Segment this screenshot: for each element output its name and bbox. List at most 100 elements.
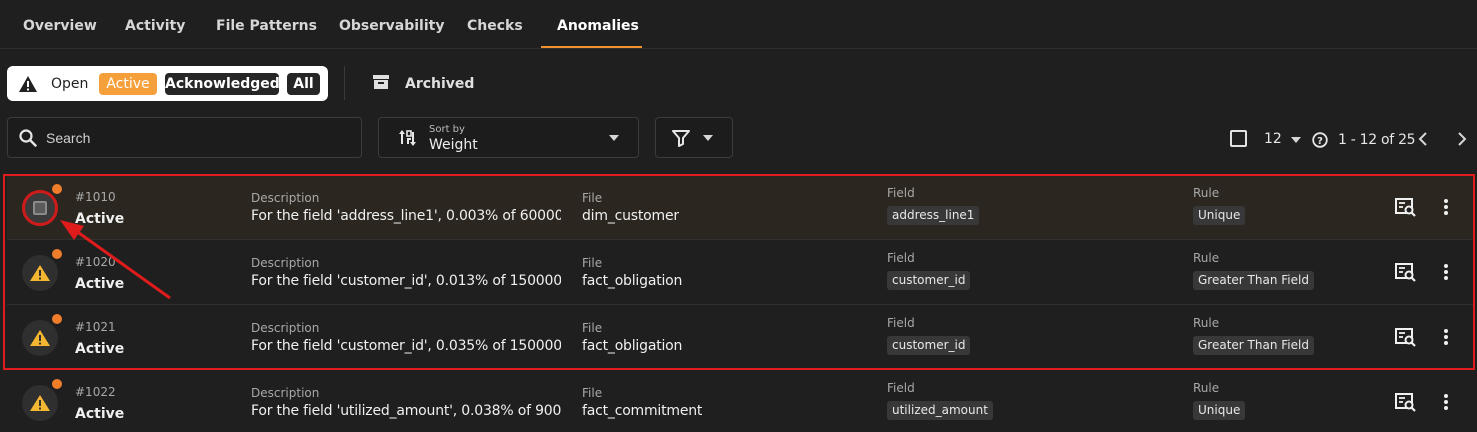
rule-label: Rule bbox=[1193, 316, 1220, 330]
rule-chip: Greater Than Field bbox=[1193, 271, 1314, 290]
anomaly-id: #1022 bbox=[75, 385, 116, 399]
file-value: fact_obligation bbox=[582, 338, 683, 354]
inspect-icon[interactable] bbox=[1395, 263, 1417, 287]
status-filter-group: Open Active Acknowledged All bbox=[7, 66, 328, 101]
divider bbox=[344, 66, 345, 100]
anomaly-avatar[interactable] bbox=[22, 320, 58, 356]
table-row[interactable]: #1022 Active Description For the field '… bbox=[7, 371, 1474, 432]
acknowledged-filter-button[interactable]: Acknowledged bbox=[165, 73, 280, 95]
page-size-select[interactable]: 12 bbox=[1264, 131, 1282, 147]
search-input[interactable] bbox=[46, 127, 346, 149]
filter-icon bbox=[672, 129, 690, 151]
notification-dot bbox=[52, 379, 62, 389]
file-label: File bbox=[582, 321, 603, 335]
file-label: File bbox=[582, 191, 603, 205]
chevron-down-icon[interactable] bbox=[1291, 137, 1301, 143]
notification-dot bbox=[52, 249, 62, 259]
help-icon[interactable]: ? bbox=[1312, 132, 1328, 152]
rule-chip: Unique bbox=[1193, 206, 1246, 225]
sort-value: Weight bbox=[429, 137, 478, 153]
search-icon bbox=[19, 129, 37, 151]
tab-activity[interactable]: Activity bbox=[125, 18, 185, 34]
description-value: For the field 'address_line1', 0.003% of… bbox=[251, 208, 561, 224]
rule-chip: Unique bbox=[1193, 401, 1246, 420]
chevron-down-icon bbox=[703, 135, 713, 141]
field-chip: address_line1 bbox=[887, 206, 980, 225]
description-value: For the field 'utilized_amount', 0.038% … bbox=[251, 403, 561, 419]
tab-checks[interactable]: Checks bbox=[467, 18, 523, 34]
search-box bbox=[7, 117, 362, 158]
file-label: File bbox=[582, 386, 603, 400]
more-icon[interactable] bbox=[1443, 328, 1449, 350]
warning-icon bbox=[29, 394, 51, 416]
description-value: For the field 'customer_id', 0.035% of 1… bbox=[251, 338, 561, 354]
rule-label: Rule bbox=[1193, 381, 1220, 395]
row-select-checkbox[interactable] bbox=[22, 190, 58, 226]
anomaly-id: #1021 bbox=[75, 320, 116, 334]
tab-bar: Overview Activity File Patterns Observab… bbox=[0, 0, 1477, 49]
checkbox-icon bbox=[33, 201, 47, 215]
field-chip: customer_id bbox=[887, 336, 971, 355]
anomaly-status: Active bbox=[75, 406, 125, 422]
chevron-left-icon[interactable] bbox=[1417, 130, 1429, 152]
description-value: For the field 'customer_id', 0.013% of 1… bbox=[251, 273, 561, 289]
table-row[interactable]: #1020 Active Description For the field '… bbox=[7, 241, 1474, 305]
chevron-down-icon bbox=[609, 135, 619, 141]
svg-text:?: ? bbox=[1317, 136, 1323, 147]
rule-label: Rule bbox=[1193, 186, 1220, 200]
sort-icon bbox=[398, 128, 418, 152]
warning-icon bbox=[18, 75, 38, 97]
active-filter-button[interactable]: Active bbox=[99, 73, 157, 95]
file-label: File bbox=[582, 256, 603, 270]
file-value: fact_obligation bbox=[582, 273, 683, 289]
anomaly-id: #1020 bbox=[75, 255, 116, 269]
inspect-icon[interactable] bbox=[1395, 393, 1417, 417]
all-filter-button[interactable]: All bbox=[287, 73, 320, 95]
notification-dot bbox=[52, 314, 62, 324]
tab-observability[interactable]: Observability bbox=[339, 18, 444, 34]
more-icon[interactable] bbox=[1443, 198, 1449, 220]
table-row[interactable]: #1021 Active Description For the field '… bbox=[7, 306, 1474, 370]
rule-chip: Greater Than Field bbox=[1193, 336, 1314, 355]
rule-label: Rule bbox=[1193, 251, 1220, 265]
pagination-range: 1 - 12 of 25 bbox=[1338, 132, 1416, 148]
chevron-right-icon[interactable] bbox=[1456, 130, 1468, 152]
tab-overview[interactable]: Overview bbox=[23, 18, 97, 34]
warning-icon bbox=[29, 264, 51, 286]
field-chip: utilized_amount bbox=[887, 401, 993, 420]
anomaly-status: Active bbox=[75, 341, 125, 357]
sort-by-label: Sort by bbox=[429, 124, 465, 135]
description-label: Description bbox=[251, 321, 320, 335]
anomaly-avatar[interactable] bbox=[22, 385, 58, 421]
description-label: Description bbox=[251, 191, 320, 205]
file-value: dim_customer bbox=[582, 208, 679, 224]
tab-anomalies[interactable]: Anomalies bbox=[557, 18, 639, 34]
field-chip: customer_id bbox=[887, 271, 971, 290]
more-icon[interactable] bbox=[1443, 263, 1449, 285]
description-label: Description bbox=[251, 256, 320, 270]
filter-button[interactable] bbox=[655, 117, 733, 158]
open-filter-label[interactable]: Open bbox=[51, 76, 88, 92]
more-icon[interactable] bbox=[1443, 393, 1449, 415]
table-row[interactable]: #1010 Active Description For the field '… bbox=[7, 176, 1474, 240]
warning-icon bbox=[29, 329, 51, 351]
select-all-checkbox[interactable] bbox=[1230, 130, 1247, 147]
anomaly-avatar[interactable] bbox=[22, 255, 58, 291]
active-tab-indicator bbox=[541, 46, 642, 48]
sort-select[interactable]: Sort by Weight bbox=[378, 117, 639, 158]
field-label: Field bbox=[887, 186, 915, 200]
archive-icon[interactable] bbox=[373, 74, 389, 94]
notification-dot bbox=[52, 184, 62, 194]
archived-filter-button[interactable]: Archived bbox=[405, 76, 474, 92]
field-label: Field bbox=[887, 381, 915, 395]
tab-file-patterns[interactable]: File Patterns bbox=[216, 18, 317, 34]
description-label: Description bbox=[251, 386, 320, 400]
anomaly-status: Active bbox=[75, 276, 125, 292]
anomaly-status: Active bbox=[75, 211, 125, 227]
inspect-icon[interactable] bbox=[1395, 328, 1417, 352]
field-label: Field bbox=[887, 316, 915, 330]
inspect-icon[interactable] bbox=[1395, 198, 1417, 222]
anomaly-id: #1010 bbox=[75, 190, 116, 204]
file-value: fact_commitment bbox=[582, 403, 703, 419]
field-label: Field bbox=[887, 251, 915, 265]
